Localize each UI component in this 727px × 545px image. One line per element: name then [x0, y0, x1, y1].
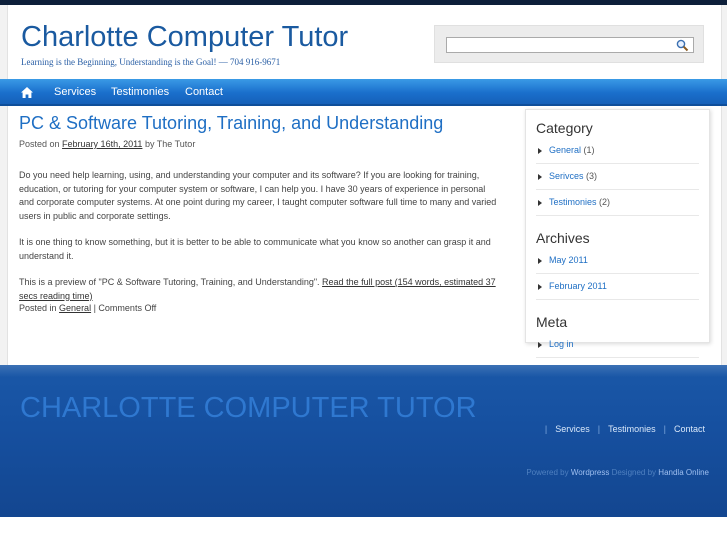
designer-link[interactable]: Handla Online: [658, 468, 709, 477]
arrow-right-icon: [538, 258, 542, 264]
page-bottom: [0, 517, 727, 545]
search-box: [434, 25, 704, 63]
wordpress-link[interactable]: Wordpress: [571, 468, 610, 477]
sidebar-archive-may-2011[interactable]: May 2011: [549, 255, 588, 265]
left-frame: [0, 5, 8, 365]
archives-list: May 2011 February 2011: [536, 252, 699, 300]
category-heading: Category: [536, 120, 593, 136]
arrow-right-icon: [538, 342, 542, 348]
category-count: (1): [583, 145, 595, 155]
arrow-right-icon: [538, 200, 542, 206]
post-meta-prefix: Posted on: [19, 139, 60, 149]
powered-by-label: Powered by: [526, 468, 569, 477]
footer-separator: |: [663, 424, 666, 434]
meta-heading: Meta: [536, 314, 568, 330]
footer-credits: Powered by Wordpress Designed by Handla …: [526, 468, 709, 477]
list-item: Log in: [536, 336, 699, 358]
category-list: General (1) Serivces (3) Testimonies (2): [536, 142, 699, 216]
sidebar-category-serivces[interactable]: Serivces: [549, 171, 584, 181]
sidebar-category-testimonies[interactable]: Testimonies: [549, 197, 597, 207]
category-count: (2): [599, 197, 611, 207]
category-count: (3): [586, 171, 598, 181]
designed-by-label: Designed by: [611, 468, 657, 477]
arrow-right-icon: [538, 284, 542, 290]
meta-list: Log in: [536, 336, 699, 358]
archives-heading: Archives: [536, 230, 590, 246]
footer-link-services[interactable]: Services: [555, 424, 590, 434]
site-tagline: Learning is the Beginning, Understanding…: [21, 57, 281, 67]
site-title[interactable]: Charlotte Computer Tutor: [21, 21, 348, 54]
nav-item-contact[interactable]: Contact: [185, 86, 223, 98]
site-header: Charlotte Computer Tutor Learning is the…: [8, 5, 721, 79]
footer-title: CHARLOTTE COMPUTER TUTOR: [20, 392, 477, 424]
main-navigation: Services Testimonies Contact: [0, 79, 727, 106]
footer-highlight: [0, 365, 727, 377]
list-item: May 2011: [536, 252, 699, 274]
post-title[interactable]: PC & Software Tutoring, Training, and Un…: [19, 113, 499, 134]
post-preview: This is a preview of "PC & Software Tuto…: [19, 276, 499, 303]
footer-link-testimonies[interactable]: Testimonies: [608, 424, 656, 434]
sidebar-category-general[interactable]: General: [549, 145, 581, 155]
post-author: by The Tutor: [144, 139, 196, 149]
post-body: Do you need help learning, using, and un…: [19, 169, 499, 303]
site-footer: CHARLOTTE COMPUTER TUTOR | Services | Testi…: [0, 365, 727, 517]
nav-item-services[interactable]: Services: [54, 86, 96, 98]
comments-status: | Comments Off: [93, 303, 157, 313]
sidebar-archive-february-2011[interactable]: February 2011: [549, 281, 607, 291]
posted-in-label: Posted in: [19, 303, 57, 313]
post-paragraph: It is one thing to know something, but i…: [19, 237, 491, 261]
category-link-general[interactable]: General: [59, 303, 91, 313]
footer-link-contact[interactable]: Contact: [674, 424, 705, 434]
post-footer: Posted in General | Comments Off: [19, 303, 499, 313]
list-item: General (1): [536, 142, 699, 164]
sidebar: Category General (1) Serivces (3) Testim…: [525, 109, 710, 358]
post-meta: Posted on February 16th, 2011 by The Tut…: [19, 139, 499, 149]
post-paragraph: Do you need help learning, using, and un…: [19, 170, 497, 221]
arrow-right-icon: [538, 174, 542, 180]
main-content: PC & Software Tutoring, Training, and Un…: [19, 113, 499, 313]
list-item: Serivces (3): [536, 168, 699, 190]
footer-separator: |: [544, 424, 548, 434]
sidebar-login-link[interactable]: Log in: [549, 339, 574, 349]
arrow-right-icon: [538, 148, 542, 154]
right-frame: [721, 5, 727, 365]
list-item: February 2011: [536, 278, 699, 300]
nav-item-testimonies[interactable]: Testimonies: [111, 86, 169, 98]
preview-text: This is a preview of "PC & Software Tuto…: [19, 277, 323, 287]
home-icon[interactable]: [20, 86, 34, 99]
post-date-link[interactable]: February 16th, 2011: [62, 139, 142, 149]
list-item: Testimonies (2): [536, 194, 699, 216]
footer-separator: |: [597, 424, 601, 434]
footer-navigation: | Services | Testimonies | Contact: [537, 424, 705, 434]
search-icon[interactable]: [676, 39, 689, 52]
search-input[interactable]: [446, 37, 694, 53]
